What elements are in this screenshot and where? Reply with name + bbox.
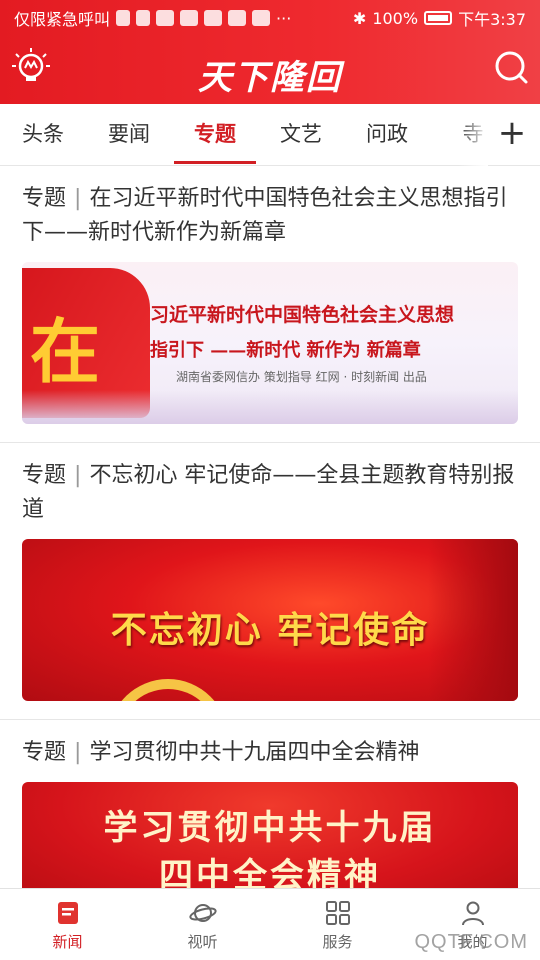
news-icon <box>57 902 78 924</box>
tab-inquiry[interactable]: 问政 <box>344 104 430 166</box>
list-item[interactable]: 专题 | 在习近平新时代中国特色社会主义思想指引下——新时代新作为新篇章 在 习近平… <box>0 166 540 443</box>
notification-app-icon <box>228 10 247 26</box>
watermark: QQTF.COM <box>414 931 528 953</box>
nav-media[interactable]: 视听 <box>135 889 270 960</box>
add-channel-button[interactable]: + <box>492 114 532 154</box>
item-banner[interactable]: 学习贯彻中共十九届 四中全会精神 <box>22 782 518 888</box>
item-headline: 学习贯彻中共十九届四中全会精神 <box>89 740 420 765</box>
banner-line-1: 习近平新时代中国特色社会主义思想 <box>150 304 455 326</box>
item-tag: 专题 <box>22 740 67 765</box>
banner-credit: 湖南省委网信办 策划指导 红网 · 时刻新闻 出品 <box>176 370 427 384</box>
banner-big-char: 在 <box>30 310 100 393</box>
item-tag: 专题 <box>22 186 67 211</box>
planet-icon <box>188 904 217 922</box>
more-notifications: ··· <box>276 8 292 28</box>
nav-label: 视听 <box>187 933 218 951</box>
item-tag: 专题 <box>22 463 67 488</box>
item-headline: 不忘初心 牢记使命——全县主题教育特别报道 <box>22 463 515 522</box>
list-item[interactable]: 专题 | 学习贯彻中共十九届四中全会精神 学习贯彻中共十九届 四中全会精神 <box>0 720 540 888</box>
signal-icon <box>116 10 131 26</box>
tab-special-topics[interactable]: 专题 <box>172 104 258 166</box>
item-headline: 在习近平新时代中国特色社会主义思想指引下——新时代新作为新篇章 <box>22 186 508 245</box>
tab-headlines[interactable]: 头条 <box>0 104 86 166</box>
bottom-navigation: 新闻 视听 服务 我的 QQTF.COM <box>0 888 540 960</box>
app-logo: 天下隆回 <box>198 58 342 98</box>
wifi-icon <box>136 10 151 26</box>
banner-line-1: 学习贯彻中共十九届 <box>103 808 437 848</box>
status-bar: 仅限紧急呼叫 ··· ✱ 100% 下午3:37 <box>0 0 540 36</box>
notification-app-icon <box>252 10 271 26</box>
carrier-text: 仅限紧急呼叫 <box>14 10 111 29</box>
user-icon <box>461 901 484 926</box>
item-banner[interactable]: 不忘初心 牢记使命 <box>22 539 518 701</box>
nav-label: 新闻 <box>52 933 83 951</box>
title-separator: | <box>74 740 82 765</box>
emblem-graphic <box>108 679 228 701</box>
banner-line-2: 四中全会精神 <box>159 856 381 888</box>
banner-line-2: 指引下 ——新时代 新作为 新篇章 <box>150 340 421 361</box>
notification-app-icon <box>156 10 175 26</box>
channel-tabs: 头条 要闻 专题 文艺 问政 寺 + <box>0 104 540 166</box>
tab-important-news[interactable]: 要闻 <box>86 104 172 166</box>
battery-icon <box>424 11 453 25</box>
news-feed: 专题 | 在习近平新时代中国特色社会主义思想指引下——新时代新作为新篇章 在 习近平… <box>0 166 540 888</box>
notification-app-icon <box>204 10 223 26</box>
app-bar: 天下隆回 <box>0 36 540 104</box>
item-title: 专题 | 学习贯彻中共十九届四中全会精神 <box>22 736 518 770</box>
nav-services[interactable]: 服务 <box>270 889 405 960</box>
app-header: 仅限紧急呼叫 ··· ✱ 100% 下午3:37 天下隆回 <box>0 0 540 104</box>
battery-percent: 100% <box>372 8 419 28</box>
tab-arts[interactable]: 文艺 <box>258 104 344 166</box>
nav-news[interactable]: 新闻 <box>0 889 135 960</box>
clock: 下午3:37 <box>458 10 526 29</box>
title-separator: | <box>74 463 82 488</box>
grid-icon <box>325 901 350 925</box>
hills-graphic <box>22 390 518 424</box>
search-icon[interactable] <box>492 48 530 86</box>
nav-label: 服务 <box>322 933 353 951</box>
title-separator: | <box>74 186 82 211</box>
item-title: 专题 | 不忘初心 牢记使命——全县主题教育特别报道 <box>22 459 518 527</box>
item-title: 专题 | 在习近平新时代中国特色社会主义思想指引下——新时代新作为新篇章 <box>22 182 518 250</box>
bluetooth-icon: ✱ <box>352 8 367 28</box>
notification-app-icon <box>180 10 199 26</box>
banner-slogan: 不忘初心 牢记使命 <box>110 609 430 651</box>
item-banner[interactable]: 在 习近平新时代中国特色社会主义思想 指引下 ——新时代 新作为 新篇章 湖南省… <box>22 262 518 424</box>
list-item[interactable]: 专题 | 不忘初心 牢记使命——全县主题教育特别报道 不忘初心 牢记使命 <box>0 443 540 720</box>
tab-fade <box>458 104 488 166</box>
